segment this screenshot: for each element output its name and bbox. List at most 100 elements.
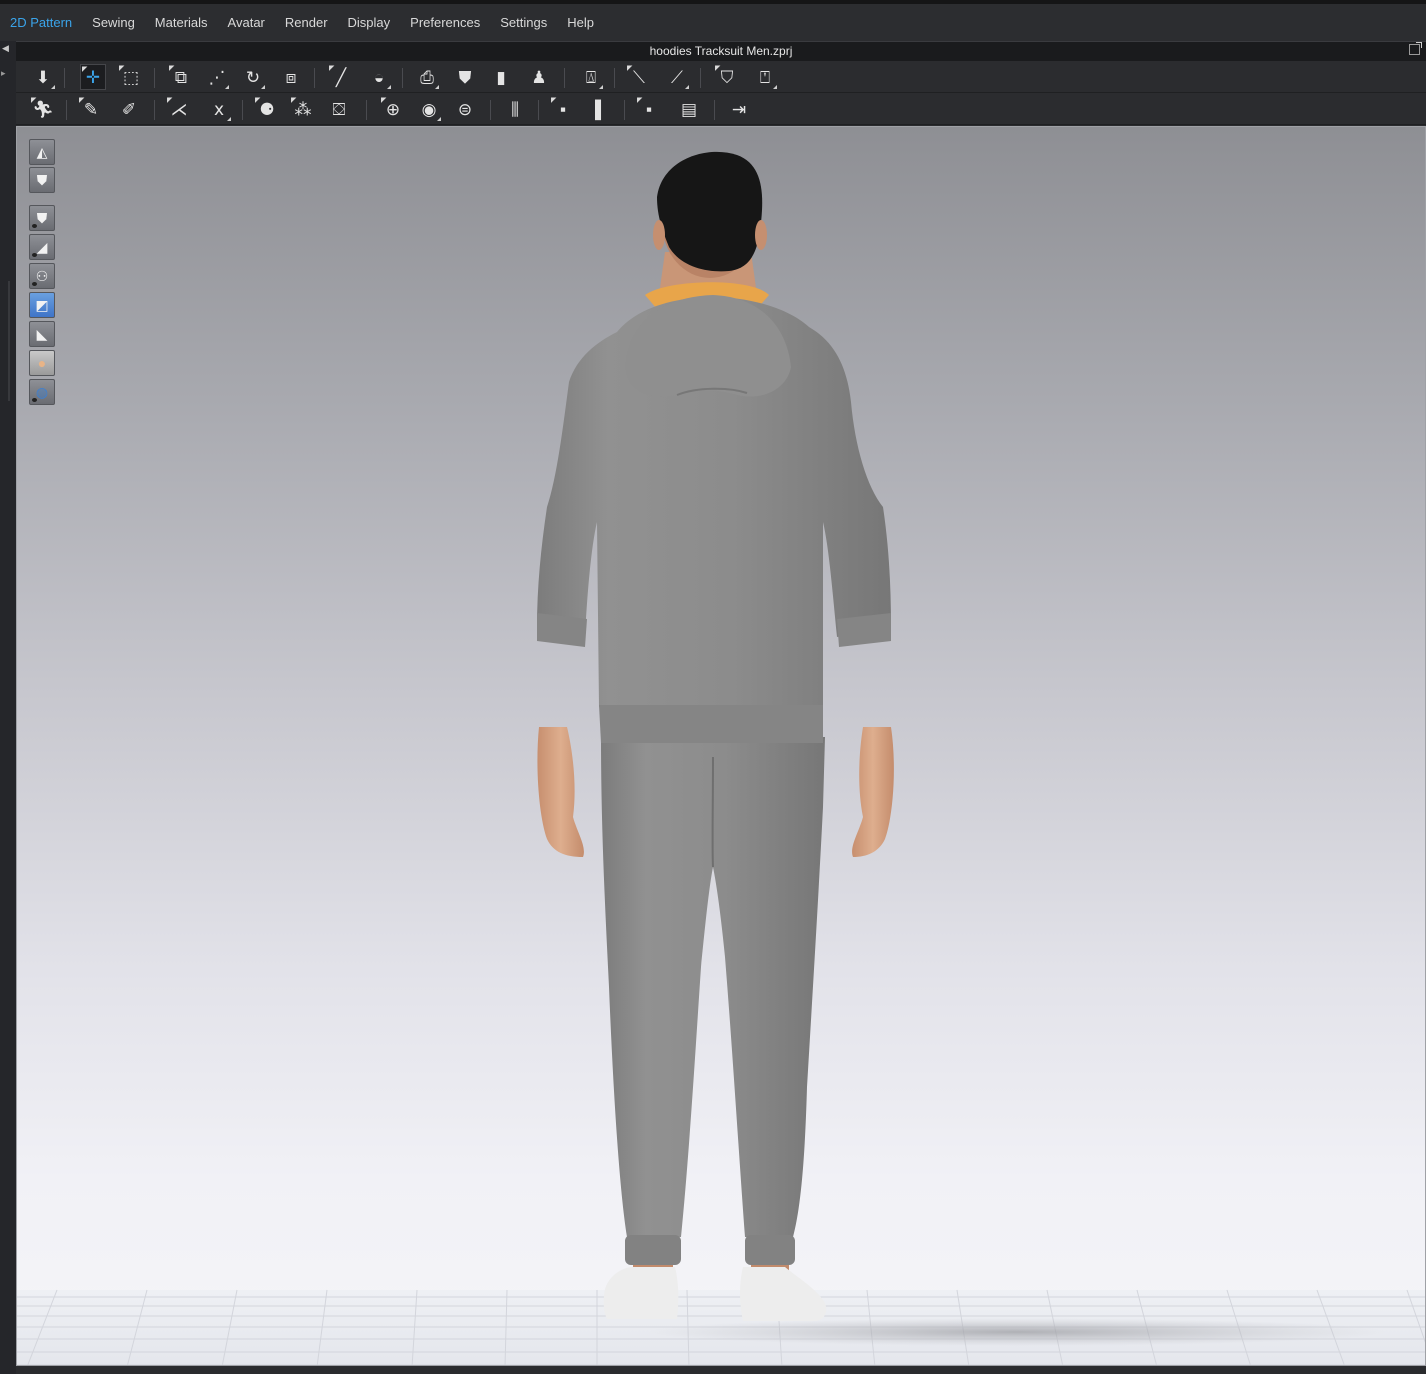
fitting-suit-button[interactable]: ⍍ [578,64,604,90]
zipper-button[interactable]: ⫼ [502,96,528,122]
garment-back-icon: ▮ [496,67,506,87]
strap-button[interactable]: ◤ ⋌ [166,96,192,122]
menu-sewing[interactable]: Sewing [92,15,135,30]
undock-window-icon[interactable] [1409,42,1422,55]
puckering-icon: ⚈ [259,99,275,119]
garment-shape-button[interactable]: ♟ [526,64,552,90]
3d-scene [17,151,1425,1365]
texture-button[interactable]: ▤ [676,96,702,122]
tack-icon: ⅹ [213,99,225,119]
pattern-arrangement-button[interactable]: ⎙ [414,64,440,90]
garment-shape-icon: ♟ [531,67,547,87]
show-garment-button[interactable]: ⛊ [29,167,55,193]
pin-icon: ✎ [83,99,99,119]
shirring-button[interactable]: ◤ ⁂ [290,96,316,122]
garment-front-button[interactable]: ⛊ [452,64,478,90]
garment-front-icon: ⛊ [458,67,472,87]
render-style-button[interactable]: ◩ [29,292,55,318]
menu-settings[interactable]: Settings [500,15,547,30]
skin-texture-button[interactable]: ● [29,350,55,376]
pin-button[interactable]: ◤ ✎ [78,96,104,122]
show-3d-garment-icon: ◭ [36,144,48,160]
tape-measure-button[interactable]: ◤ ⟍ [626,64,652,90]
transform-pattern-button[interactable]: ◤ ⧉ [168,64,194,90]
sewing-tool-button[interactable]: ◒ [366,64,392,90]
simulate-icon: ⬇ [35,67,51,87]
zipper-icon: ⫼ [511,99,519,119]
menu-bar: 2D Pattern Sewing Materials Avatar Rende… [0,4,1426,41]
avatar-display-icon: ⚇ [35,268,49,284]
topstitch-segment-icon: ▌ [594,99,608,119]
tape-measure-icon: ⟍ [633,67,645,87]
ruler-icon: ⟋ [671,67,683,87]
collapse-left-arrow-icon[interactable]: ◀ [2,43,9,54]
edit-pattern-button[interactable]: ⋰ [204,64,230,90]
panel-resize-handle[interactable] [8,281,10,401]
avatar-visibility-button[interactable]: ◢ [29,234,55,260]
topstitch-segment-button[interactable]: ▌ [588,96,614,122]
pose-button[interactable]: ◤ 🏃︎ [30,96,56,122]
fold-arrangement-icon: ⧈ [285,67,297,87]
topstitch-button[interactable]: ◤ ▪ [550,96,576,122]
toolbar-3d-tools: ◤ 🏃︎ ◤ ✎ ✐ ◤ ⋌ ⅹ ◤ ⚈ ◤ ⁂ ⛋ ◤ ⊕ ◉ ⊜ ⫼ ◤ ▪ ▌ ◤ ▪ ▤… [16,93,1426,125]
pin-garment-button[interactable]: ◤ ⛉ [714,64,740,90]
environment-button[interactable]: ◍ [29,379,55,405]
garment-visibility-button[interactable]: ⛊ [29,205,55,231]
texture-icon: ▤ [680,99,698,119]
graphic-icon: ▪ [645,99,653,119]
menu-display[interactable]: Display [348,15,391,30]
menu-2d-pattern[interactable]: 2D Pattern [10,15,72,30]
seam-taping-button[interactable]: ⇥ [726,96,752,122]
viewport-title-bar: hoodies Tracksuit Men.zprj [16,41,1426,61]
line-tool-icon: ╱ [335,67,347,87]
fold-arrangement-button[interactable]: ⧈ [278,64,304,90]
edit-curvature-icon: ↻ [245,67,261,87]
snap-button-button[interactable]: ⊜ [452,96,478,122]
skin-texture-icon: ● [37,355,47,371]
topstitch-icon: ▪ [559,99,567,119]
menu-preferences[interactable]: Preferences [410,15,480,30]
box-select-button[interactable]: ◤ ⬚ [118,64,144,90]
simulate-button[interactable]: ⬇ [30,64,56,90]
shading-button[interactable]: ◣ [29,321,55,347]
puckering-button[interactable]: ◤ ⚈ [254,96,280,122]
button-hole-button[interactable]: ◉ [416,96,442,122]
knit-button[interactable]: ⛋ [326,96,352,122]
button-hole-icon: ◉ [421,99,437,119]
menu-materials[interactable]: Materials [155,15,208,30]
box-select-icon: ⬚ [122,67,140,87]
avatar-display-button[interactable]: ⚇ [29,263,55,289]
button-icon: ⊕ [385,99,401,119]
edit-pattern-icon: ⋰ [208,67,226,87]
avatar-figure[interactable] [537,151,894,1321]
ruler-button[interactable]: ⟋ [664,64,690,90]
seam-taping-icon: ⇥ [731,99,747,119]
select-move-button[interactable]: ◤ ✛ [80,64,106,90]
garment-fit-map-button[interactable]: ⍞ [752,64,778,90]
line-tool-button[interactable]: ◤ ╱ [328,64,354,90]
button-tool-button[interactable]: ◤ ⊕ [380,96,406,122]
toolbar-3d-garment: ⬇ ◤ ✛ ◤ ⬚ ◤ ⧉ ⋰ ↻ ⧈ ◤ ╱ ◒ ⎙ ⛊ ▮ ♟ ⍍ ◤ ⟍ ⟋ ◤ ⛉ … [16,61,1426,93]
menu-render[interactable]: Render [285,15,328,30]
select-move-icon: ✛ [85,67,101,87]
edit-curvature-button[interactable]: ↻ [240,64,266,90]
show-3d-garment-button[interactable]: ◭ [29,139,55,165]
fitting-suit-icon: ⍍ [585,67,597,87]
pin-multiple-button[interactable]: ✐ [116,96,142,122]
garment-visibility-icon: ⛊ [36,210,48,226]
left-panel-strip[interactable] [0,41,16,1374]
graphic-button[interactable]: ◤ ▪ [636,96,662,122]
menu-help[interactable]: Help [567,15,594,30]
3d-viewport[interactable]: ◭ ⛊ ⛊ ◢ ⚇ ◩ ◣ ● ◍ [16,126,1426,1366]
shirring-icon: ⁂ [294,99,312,119]
garment-back-button[interactable]: ▮ [488,64,514,90]
expand-panel-icon[interactable]: ▸ [1,68,6,79]
window-title: hoodies Tracksuit Men.zprj [649,44,793,58]
snap-button-icon: ⊜ [457,99,473,119]
pin-multiple-icon: ✐ [121,99,137,119]
transform-pattern-icon: ⧉ [174,67,188,87]
show-garment-icon: ⛊ [36,172,48,188]
environment-icon: ◍ [35,384,49,400]
menu-avatar[interactable]: Avatar [228,15,265,30]
tack-button[interactable]: ⅹ [206,96,232,122]
